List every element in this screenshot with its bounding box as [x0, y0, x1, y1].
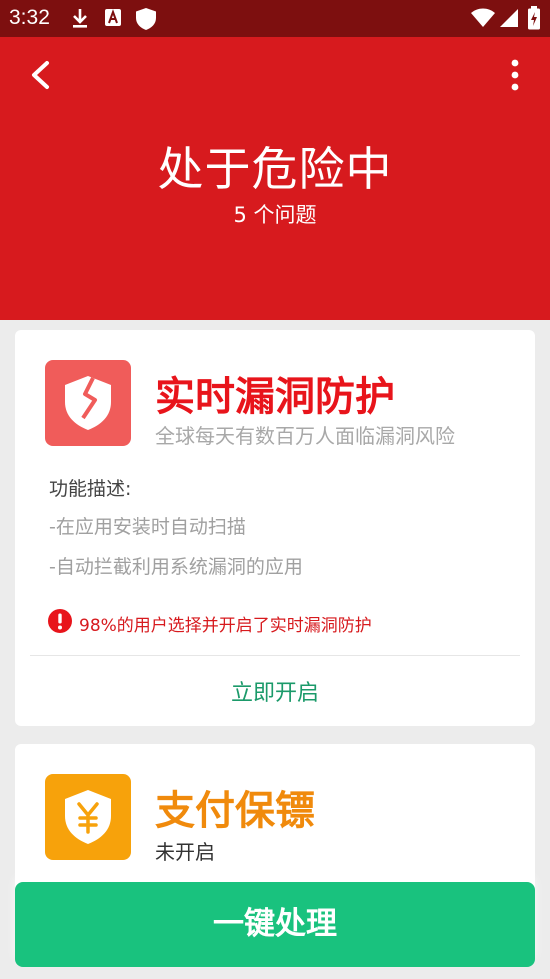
yen-shield-icon	[45, 774, 131, 860]
enable-now-button[interactable]: 立即开启	[15, 675, 535, 707]
shield-icon	[135, 7, 157, 35]
issue-count: 5 个问题	[233, 203, 317, 227]
a-badge-icon	[104, 7, 122, 33]
back-button[interactable]	[22, 55, 62, 95]
description-item: -在应用安装时自动扫描	[49, 516, 246, 538]
wifi-icon	[470, 8, 496, 32]
signal-icon	[499, 8, 519, 32]
card-title: 支付保镖	[155, 788, 315, 834]
battery-charging-icon	[527, 6, 541, 34]
more-vert-icon	[511, 59, 519, 91]
divider	[30, 655, 520, 656]
warning-text: 98%的用户选择并开启了实时漏洞防护	[79, 616, 372, 636]
description-heading: 功能描述:	[49, 478, 132, 500]
status-bar: 3:32	[0, 0, 550, 37]
card-title: 实时漏洞防护	[155, 374, 395, 420]
vulnerability-protection-card: 实时漏洞防护 全球每天有数百万人面临漏洞风险 功能描述: -在应用安装时自动扫描…	[15, 330, 535, 726]
card-subtitle: 全球每天有数百万人面临漏洞风险	[155, 424, 455, 448]
status-time: 3:32	[9, 6, 50, 29]
broken-shield-icon	[45, 360, 131, 446]
danger-header: 处于危险中 5 个问题	[0, 37, 550, 320]
download-icon	[70, 7, 90, 33]
more-options-button[interactable]	[500, 55, 530, 95]
chevron-left-icon	[32, 61, 49, 89]
page-title: 处于危险中	[157, 142, 393, 196]
card-subtitle: 未开启	[155, 840, 215, 864]
alert-circle-icon	[48, 609, 72, 633]
fix-all-button[interactable]: 一键处理	[15, 882, 535, 967]
description-item: -自动拦截利用系统漏洞的应用	[49, 556, 303, 578]
warning-row: 98%的用户选择并开启了实时漏洞防护	[47, 608, 372, 636]
